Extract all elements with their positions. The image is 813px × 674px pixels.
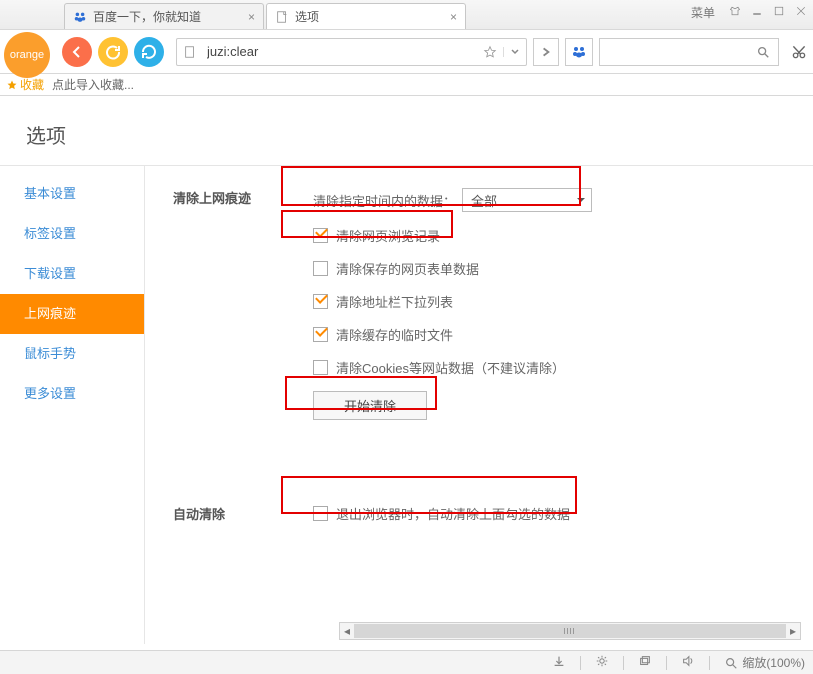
sidebar-item-more[interactable]: 更多设置 [0,374,144,414]
maximize-icon[interactable] [773,5,785,20]
site-identity-icon[interactable] [177,45,203,59]
check-cookies[interactable] [313,360,328,375]
favorites-button[interactable]: 收藏 [6,76,44,93]
minimize-icon[interactable] [751,5,763,20]
settings-sidebar: 基本设置 标签设置 下载设置 上网痕迹 鼠标手势 更多设置 [0,166,145,644]
browser-logo: orange [4,32,50,78]
scroll-left-icon[interactable]: ◂ [340,623,354,639]
gear-icon[interactable] [595,654,609,671]
check-browsing-history[interactable] [313,228,328,243]
auto-clear-heading: 自动清除 [173,504,313,537]
check-label: 清除保存的网页表单数据 [336,259,479,278]
check-label: 退出浏览器时，自动清除上面勾选的数据 [336,504,570,523]
check-cache[interactable] [313,327,328,342]
page-title: 选项 [0,96,813,165]
check-form-data[interactable] [313,261,328,276]
tab-baidu[interactable]: 百度一下，你就知道 × [64,3,264,29]
time-range-label: 清除指定时间内的数据： [313,191,456,210]
sidebar-item-traces[interactable]: 上网痕迹 [0,294,144,334]
scroll-right-icon[interactable]: ▸ [786,623,800,639]
url-dropdown-icon[interactable] [503,47,526,57]
page-icon [275,10,289,24]
bookmark-star-icon[interactable] [477,45,503,59]
download-icon[interactable] [552,654,566,671]
sidebar-item-basic[interactable]: 基本设置 [0,174,144,214]
window-controls: 菜单 [691,4,807,21]
menu-label[interactable]: 菜单 [691,4,715,21]
close-icon[interactable]: × [248,10,255,24]
url-input[interactable] [203,44,477,59]
toolbar [0,30,813,74]
check-label: 清除Cookies等网站数据（不建议清除） [336,358,565,377]
paw-icon [73,10,87,24]
sidebar-item-download[interactable]: 下载设置 [0,254,144,294]
check-auto-clear[interactable] [313,506,328,521]
check-label: 清除地址栏下拉列表 [336,292,453,311]
restore-icon[interactable] [638,654,652,671]
close-icon[interactable]: × [450,10,457,24]
search-icon[interactable] [748,45,778,59]
bookmark-bar: 收藏 点此导入收藏... [0,74,813,96]
search-engine-icon[interactable] [565,38,593,66]
check-address-dropdown[interactable] [313,294,328,309]
reload-button[interactable] [98,37,128,67]
address-bar[interactable] [176,38,527,66]
check-label: 清除缓存的临时文件 [336,325,453,344]
tab-label: 选项 [295,8,319,25]
start-clear-button[interactable]: 开始清除 [313,391,427,420]
check-label: 清除网页浏览记录 [336,226,440,245]
clear-traces-heading: 清除上网痕迹 [173,188,313,434]
import-bookmarks-hint[interactable]: 点此导入收藏... [52,76,134,93]
back-button[interactable] [62,37,92,67]
skin-icon[interactable] [729,5,741,20]
horizontal-scrollbar[interactable]: ◂ ▸ [339,622,801,640]
close-window-icon[interactable] [795,5,807,20]
scroll-thumb[interactable] [354,624,786,638]
titlebar: 百度一下，你就知道 × 选项 × 菜单 [0,0,813,30]
time-range-select[interactable]: 全部 [462,188,592,212]
tab-options[interactable]: 选项 × [266,3,466,29]
volume-icon[interactable] [681,654,695,671]
home-button[interactable] [134,37,164,67]
zoom-control[interactable]: 缩放(100%) [724,654,805,671]
search-box[interactable] [599,38,779,66]
page-content: 选项 基本设置 标签设置 下载设置 上网痕迹 鼠标手势 更多设置 清除上网痕迹 … [0,96,813,650]
status-bar: 缩放(100%) [0,650,813,674]
sidebar-item-gestures[interactable]: 鼠标手势 [0,334,144,374]
screenshot-icon[interactable] [785,43,813,61]
sidebar-item-tabs[interactable]: 标签设置 [0,214,144,254]
tab-label: 百度一下，你就知道 [93,8,201,25]
go-button[interactable] [533,38,559,66]
